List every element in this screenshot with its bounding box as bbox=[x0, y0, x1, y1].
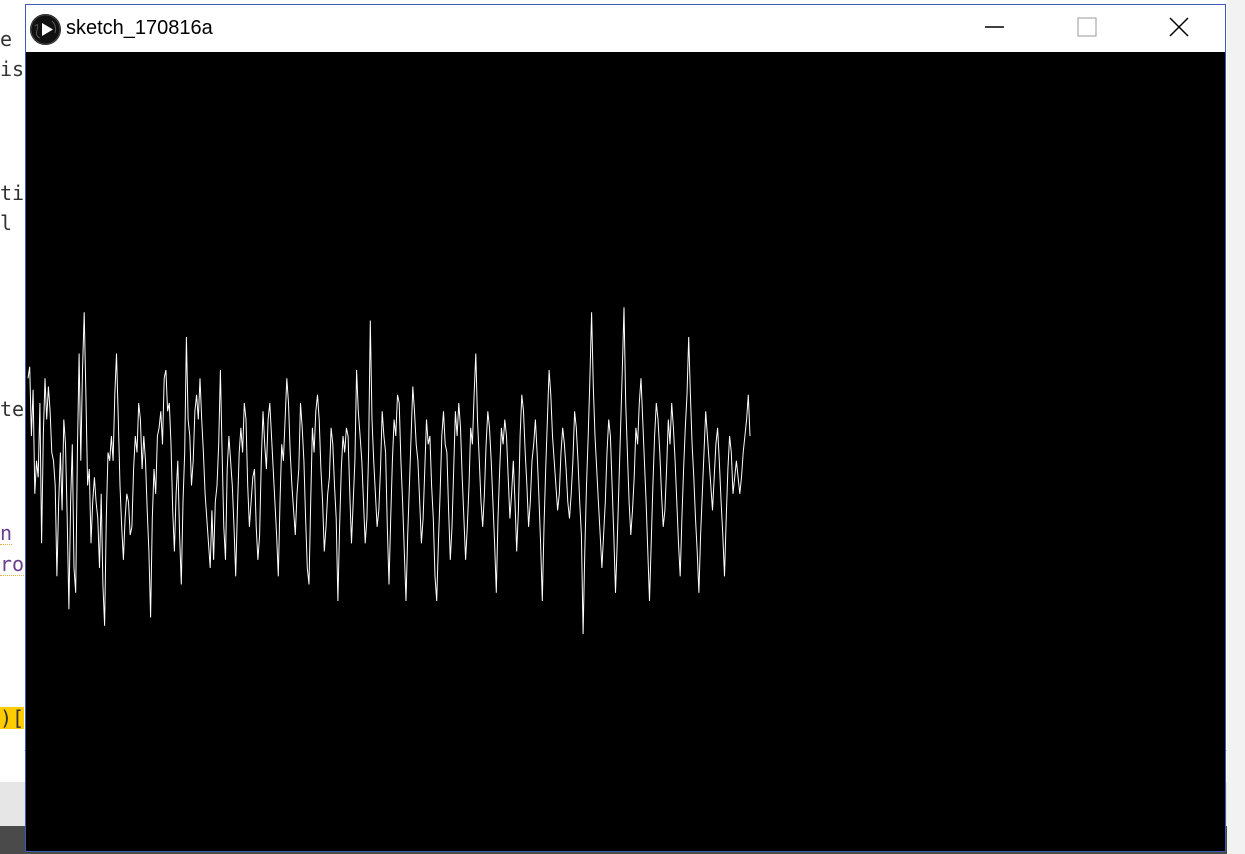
waveform-line bbox=[27, 307, 751, 635]
waveform-plot bbox=[27, 307, 751, 635]
window-titlebar[interactable]: sketch_170816a bbox=[26, 5, 1225, 52]
processing-play-icon bbox=[30, 14, 61, 45]
code-fragment: ti bbox=[0, 181, 25, 205]
code-fragment: n bbox=[0, 521, 13, 545]
code-fragment: te bbox=[0, 397, 25, 421]
sketch-canvas[interactable] bbox=[26, 52, 1225, 851]
minimize-button[interactable] bbox=[972, 5, 1018, 52]
close-icon bbox=[1168, 16, 1190, 42]
code-fragment: ro bbox=[0, 552, 25, 576]
close-button[interactable] bbox=[1156, 5, 1202, 52]
code-fragment: e bbox=[0, 27, 13, 51]
maximize-icon bbox=[1077, 17, 1097, 41]
editor-scrollbar-area bbox=[1227, 0, 1245, 854]
maximize-button[interactable] bbox=[1064, 5, 1110, 52]
code-fragment: is bbox=[0, 57, 25, 81]
code-fragment-highlighted: )[ bbox=[0, 706, 25, 730]
minimize-icon bbox=[985, 17, 1005, 41]
code-fragment: l bbox=[0, 211, 13, 235]
window-title: sketch_170816a bbox=[66, 17, 213, 39]
sketch-window: sketch_170816a bbox=[25, 4, 1226, 852]
